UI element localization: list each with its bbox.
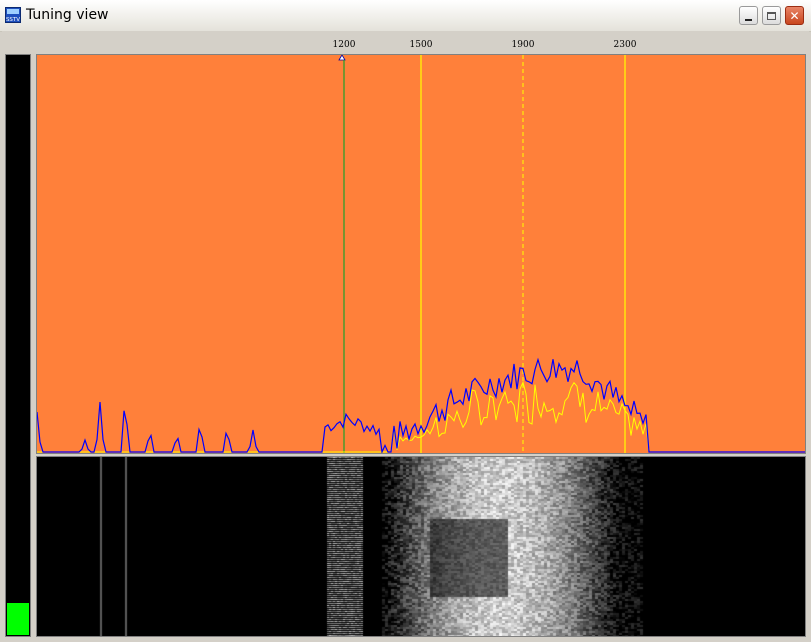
minimize-button[interactable]	[739, 6, 758, 25]
tick-label-1500: 1500	[409, 40, 433, 50]
triangle-marker-icon[interactable]	[338, 55, 346, 61]
title-bar[interactable]: SSTV Tuning view ✕	[0, 0, 811, 32]
tick-label-2300: 2300	[613, 40, 637, 50]
waterfall-display[interactable]	[36, 456, 806, 637]
maximize-icon	[767, 11, 776, 20]
window-title: Tuning view	[26, 7, 109, 23]
frequency-ruler[interactable]: 1200 1500 1900 2300	[36, 35, 806, 55]
waterfall-canvas[interactable]	[37, 457, 805, 636]
maximize-button[interactable]	[762, 6, 781, 25]
minimize-icon	[745, 18, 752, 21]
tuning-view-window: SSTV Tuning view ✕ 1200 1500 1900 2300	[0, 0, 811, 642]
tick-label-1200: 1200	[332, 40, 356, 50]
sstv-app-icon: SSTV	[5, 7, 21, 23]
tick-label-1900: 1900	[511, 40, 535, 50]
app-icon-text: SSTV	[6, 17, 20, 23]
signal-level-meter	[5, 54, 31, 637]
spectrum-display[interactable]	[36, 54, 806, 454]
signal-level-bar	[7, 603, 29, 635]
spectrum-trace-yellow	[37, 380, 655, 453]
spectrum-plot[interactable]	[37, 55, 805, 453]
close-icon: ✕	[789, 8, 800, 23]
close-button[interactable]: ✕	[785, 6, 804, 25]
